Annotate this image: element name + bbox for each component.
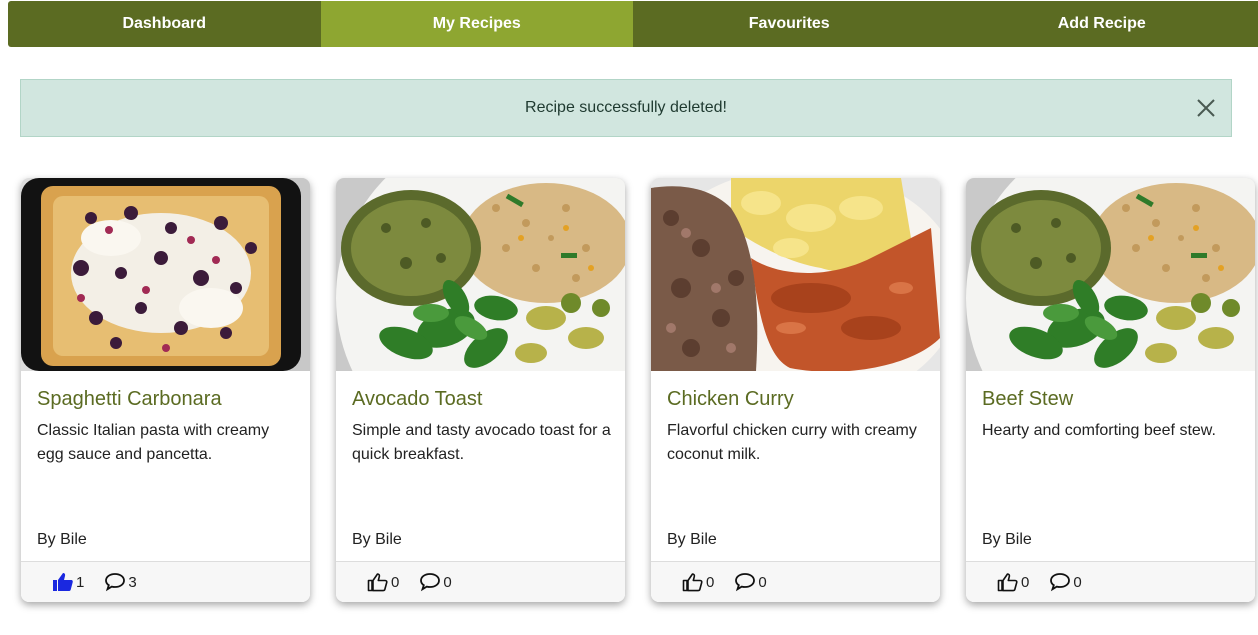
comment-button[interactable]: 0 <box>734 572 767 592</box>
success-alert: Recipe successfully deleted! <box>20 79 1232 137</box>
comment-icon <box>105 573 126 592</box>
thumbs-up-icon <box>682 573 703 592</box>
like-count: 0 <box>1021 573 1030 591</box>
nav-my-recipes[interactable]: My Recipes <box>320 1 633 47</box>
comment-button[interactable]: 0 <box>1049 572 1082 592</box>
recipe-title[interactable]: Beef Stew <box>982 388 1073 411</box>
card-footer: 0 0 <box>336 561 625 602</box>
comment-count: 3 <box>128 573 137 591</box>
recipe-card[interactable]: Spaghetti Carbonara Classic Italian past… <box>21 178 310 602</box>
like-button[interactable]: 0 <box>367 572 399 592</box>
recipe-image-patty-salad[interactable] <box>336 178 625 371</box>
like-button[interactable]: 0 <box>682 572 714 592</box>
comment-count: 0 <box>1073 573 1082 591</box>
like-count: 0 <box>391 573 400 591</box>
recipe-card[interactable]: Avocado Toast Simple and tasty avocado t… <box>336 178 625 602</box>
recipe-title[interactable]: Avocado Toast <box>352 388 482 411</box>
recipe-author: By Bile <box>352 531 402 548</box>
close-icon[interactable] <box>1195 97 1217 119</box>
recipe-image-curry-mash[interactable] <box>651 178 940 371</box>
nav-favourites[interactable]: Favourites <box>633 1 946 47</box>
comment-icon <box>1050 573 1071 592</box>
recipe-card[interactable]: Beef Stew Hearty and comforting beef ste… <box>966 178 1255 602</box>
card-footer: 0 0 <box>966 561 1255 602</box>
like-button[interactable]: 0 <box>997 572 1029 592</box>
card-footer: 1 3 <box>21 561 310 602</box>
comment-count: 0 <box>758 573 767 591</box>
nav-add-recipe[interactable]: Add Recipe <box>946 1 1258 47</box>
recipe-title[interactable]: Chicken Curry <box>667 388 794 411</box>
thumbs-up-icon <box>997 573 1018 592</box>
comment-count: 0 <box>443 573 452 591</box>
nav-dashboard[interactable]: Dashboard <box>8 1 321 47</box>
recipe-image-berry-cake[interactable] <box>21 178 310 371</box>
card-footer: 0 0 <box>651 561 940 602</box>
thumbs-up-icon <box>367 573 388 592</box>
recipe-description: Classic Italian pasta with creamy egg sa… <box>37 422 270 463</box>
recipe-title[interactable]: Spaghetti Carbonara <box>37 388 222 411</box>
recipe-description: Hearty and comforting beef stew. <box>982 422 1216 439</box>
thumbs-up-filled-icon <box>53 573 73 591</box>
recipe-card[interactable]: Chicken Curry Flavorful chicken curry wi… <box>651 178 940 602</box>
comment-icon <box>735 573 756 592</box>
alert-message: Recipe successfully deleted! <box>525 99 727 116</box>
recipe-description: Flavorful chicken curry with creamy coco… <box>667 422 917 463</box>
like-count: 1 <box>76 573 85 591</box>
recipe-author: By Bile <box>37 531 87 548</box>
top-navbar: Dashboard My Recipes Favourites Add Reci… <box>8 1 1258 47</box>
like-button[interactable]: 1 <box>52 572 84 592</box>
comment-button[interactable]: 0 <box>419 572 452 592</box>
like-count: 0 <box>706 573 715 591</box>
recipe-author: By Bile <box>982 531 1032 548</box>
recipe-author: By Bile <box>667 531 717 548</box>
recipe-description: Simple and tasty avocado toast for a qui… <box>352 422 611 463</box>
comment-button[interactable]: 3 <box>104 572 137 592</box>
recipe-image-patty-salad[interactable] <box>966 178 1255 371</box>
comment-icon <box>420 573 441 592</box>
